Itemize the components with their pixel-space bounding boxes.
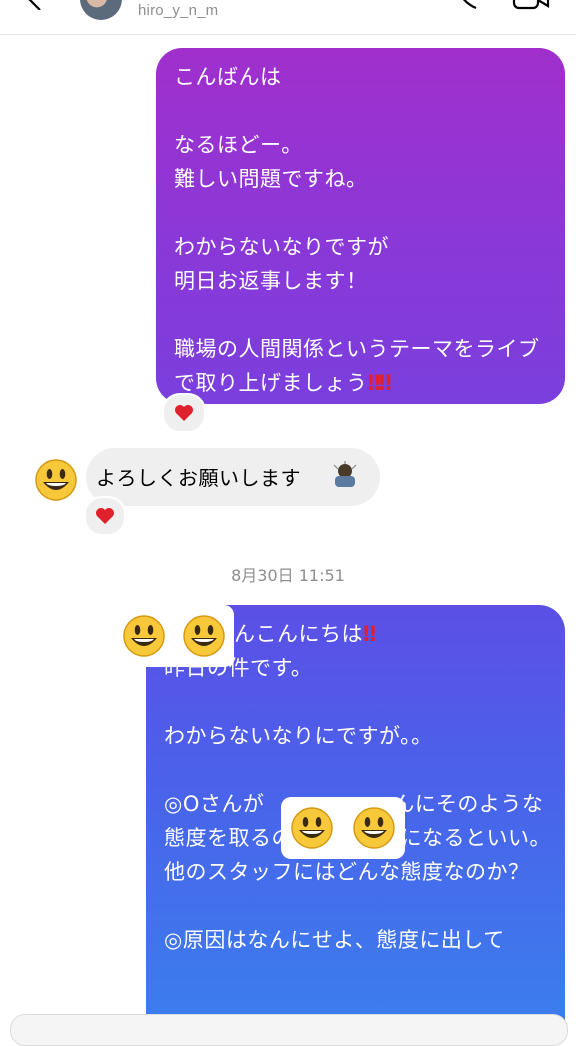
header-username[interactable]: hiro_y_n_m — [138, 2, 218, 19]
double-exclamation-icon: ‼ — [363, 622, 376, 646]
heart-icon — [96, 508, 114, 524]
message-text: よろしくお願いします — [96, 466, 301, 490]
message-text: こんばんは なるほどー。 難しい問題ですね。 わからないなりですが 明日お返事し… — [174, 65, 540, 395]
double-exclamation-icon: ‼‼ — [367, 371, 392, 395]
smiley-avatar-icon[interactable] — [34, 458, 78, 502]
back-arrow-icon[interactable] — [24, 0, 48, 10]
bowing-person-icon — [333, 461, 357, 487]
smiley-sticker[interactable] — [114, 605, 234, 667]
phone-call-icon[interactable] — [452, 0, 482, 10]
message-timestamp: 8月30日 11:51 — [231, 566, 345, 585]
video-call-icon[interactable] — [512, 0, 552, 10]
message-input-bar[interactable] — [10, 1014, 568, 1046]
smiley-icon — [291, 807, 333, 849]
heart-reaction[interactable] — [84, 496, 126, 536]
chat-header: hiro_y_n_m — [0, 0, 576, 35]
incoming-message[interactable]: よろしくお願いします — [86, 448, 380, 506]
smiley-icon — [183, 615, 225, 657]
smiley-icon — [353, 807, 395, 849]
heart-icon — [175, 405, 193, 421]
avatar[interactable] — [80, 0, 122, 20]
heart-reaction[interactable] — [162, 393, 206, 433]
outgoing-message[interactable]: こんばんは なるほどー。 難しい問題ですね。 わからないなりですが 明日お返事し… — [156, 48, 565, 404]
smiley-icon — [123, 615, 165, 657]
smiley-sticker[interactable] — [281, 797, 405, 859]
